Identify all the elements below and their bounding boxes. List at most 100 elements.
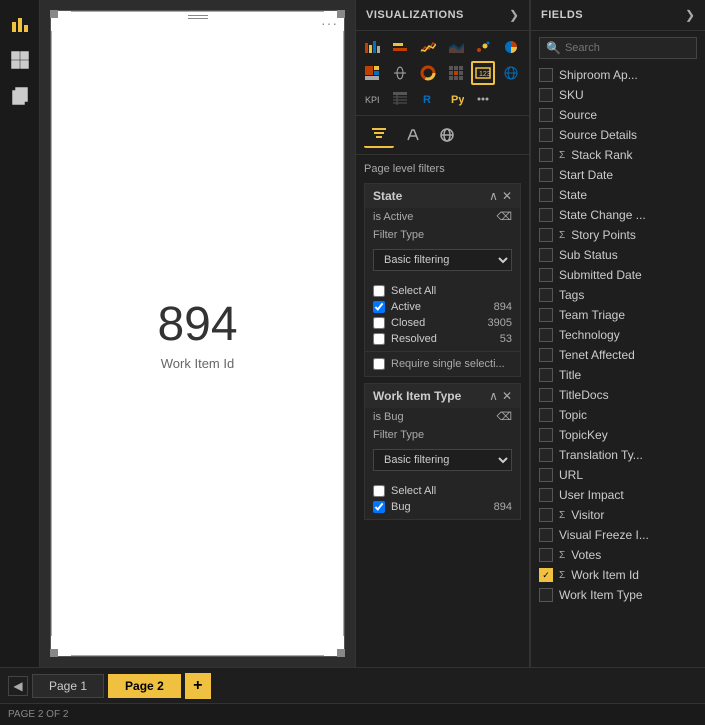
- active-checkbox[interactable]: [373, 301, 385, 313]
- field-label: Translation Ty...: [559, 448, 697, 462]
- filter-tab[interactable]: [364, 122, 394, 148]
- field-item[interactable]: State Change ...: [531, 205, 705, 225]
- workitemtype-filter-chevron[interactable]: ∧: [489, 389, 498, 403]
- field-item[interactable]: Submitted Date: [531, 265, 705, 285]
- field-item[interactable]: Visual Freeze I...: [531, 525, 705, 545]
- fields-expand-icon[interactable]: ❯: [685, 8, 695, 22]
- field-item[interactable]: Technology: [531, 325, 705, 345]
- filter-item-active[interactable]: Active 894: [373, 299, 512, 315]
- search-icon: 🔍: [546, 41, 561, 55]
- viz-icon-area[interactable]: [444, 35, 468, 59]
- viz-icon-bar[interactable]: [388, 35, 412, 59]
- workitemtype-filter-close[interactable]: ✕: [502, 389, 512, 403]
- sigma-icon: Σ: [559, 550, 565, 561]
- grid-icon[interactable]: [4, 44, 36, 76]
- format-tab[interactable]: [398, 122, 428, 148]
- closed-checkbox[interactable]: [373, 317, 385, 329]
- require-single-checkbox[interactable]: [373, 358, 385, 370]
- viz-icon-stacked-bar[interactable]: [360, 35, 384, 59]
- viz-icon-map[interactable]: [388, 61, 412, 85]
- state-filter-select[interactable]: Basic filtering Advanced filtering: [373, 249, 512, 271]
- field-item[interactable]: Translation Ty...: [531, 445, 705, 465]
- workitemtype-filter-select[interactable]: Basic filtering Advanced filtering: [373, 449, 512, 471]
- filter-item-resolved[interactable]: Resolved 53: [373, 331, 512, 347]
- field-item[interactable]: State: [531, 185, 705, 205]
- select-all-checkbox[interactable]: [373, 285, 385, 297]
- field-item[interactable]: Sub Status: [531, 245, 705, 265]
- fields-search-input[interactable]: [565, 42, 705, 54]
- page-2-tab[interactable]: Page 2: [108, 674, 181, 698]
- field-item[interactable]: ΣWork Item Id: [531, 565, 705, 585]
- pages-icon[interactable]: [4, 80, 36, 112]
- field-item[interactable]: Source Details: [531, 125, 705, 145]
- field-item[interactable]: Title: [531, 365, 705, 385]
- field-item[interactable]: SKU: [531, 85, 705, 105]
- page-add-button[interactable]: +: [185, 673, 211, 699]
- canvas-number: 894: [157, 297, 237, 352]
- viz-icon-matrix[interactable]: [444, 61, 468, 85]
- field-label: Shiproom Ap...: [559, 68, 697, 82]
- analytics-tab[interactable]: [432, 122, 462, 148]
- filter-item-closed[interactable]: Closed 3905: [373, 315, 512, 331]
- page-bar: ◀ Page 1 Page 2 +: [0, 667, 705, 703]
- field-item[interactable]: ΣVisitor: [531, 505, 705, 525]
- viz-icon-line[interactable]: [416, 35, 440, 59]
- state-filter-eraser[interactable]: ⌫: [496, 210, 512, 223]
- viz-expand-icon[interactable]: ❯: [509, 8, 519, 22]
- field-check: [539, 508, 553, 522]
- field-item[interactable]: Work Item Type: [531, 585, 705, 605]
- page-1-tab[interactable]: Page 1: [32, 674, 104, 698]
- viz-icon-table2[interactable]: [388, 87, 412, 111]
- canvas-page[interactable]: ··· 894 Work Item Id: [50, 10, 345, 657]
- field-item[interactable]: URL: [531, 465, 705, 485]
- field-item[interactable]: ΣStack Rank: [531, 145, 705, 165]
- canvas-border-bottom: [71, 655, 324, 656]
- resize-handle-bl[interactable]: [50, 649, 58, 657]
- bug-checkbox[interactable]: [373, 501, 385, 513]
- wt-select-all-label: Select All: [391, 485, 436, 497]
- viz-icon-python[interactable]: Py: [444, 87, 468, 111]
- canvas-dots[interactable]: ···: [321, 15, 338, 31]
- viz-icon-kpi[interactable]: KPI: [360, 87, 384, 111]
- fields-search-box[interactable]: 🔍: [539, 37, 697, 59]
- viz-icon-more[interactable]: [471, 87, 495, 111]
- chart-bar-icon[interactable]: [4, 8, 36, 40]
- resolved-checkbox[interactable]: [373, 333, 385, 345]
- field-item[interactable]: TopicKey: [531, 425, 705, 445]
- svg-text:Py: Py: [451, 94, 464, 106]
- field-item[interactable]: Shiproom Ap...: [531, 65, 705, 85]
- field-label: Visitor: [571, 508, 697, 522]
- viz-icon-donut[interactable]: [416, 61, 440, 85]
- field-label: URL: [559, 468, 697, 482]
- field-item[interactable]: Tenet Affected: [531, 345, 705, 365]
- field-item[interactable]: Tags: [531, 285, 705, 305]
- filter-item-select-all[interactable]: Select All: [373, 283, 512, 299]
- wt-select-all-checkbox[interactable]: [373, 485, 385, 497]
- state-filter-title: State: [373, 189, 402, 203]
- resize-handle-tl[interactable]: [50, 10, 58, 18]
- field-item[interactable]: Team Triage: [531, 305, 705, 325]
- viz-icon-globe[interactable]: [499, 61, 523, 85]
- wt-filter-item-select-all[interactable]: Select All: [373, 483, 512, 499]
- field-check: [539, 228, 553, 242]
- resize-handle-tr[interactable]: [337, 10, 345, 18]
- viz-icon-card[interactable]: 123: [471, 61, 495, 85]
- resize-handle-br[interactable]: [337, 649, 345, 657]
- state-filter-close[interactable]: ✕: [502, 189, 512, 203]
- field-item[interactable]: Start Date: [531, 165, 705, 185]
- workitemtype-filter-eraser[interactable]: ⌫: [496, 410, 512, 423]
- viz-icon-treemap[interactable]: [360, 61, 384, 85]
- field-item[interactable]: Source: [531, 105, 705, 125]
- state-filter-icons: ∧ ✕: [489, 189, 512, 203]
- viz-icon-r[interactable]: R: [416, 87, 440, 111]
- field-item[interactable]: Topic: [531, 405, 705, 425]
- viz-icon-pie[interactable]: [499, 35, 523, 59]
- page-prev-button[interactable]: ◀: [8, 676, 28, 696]
- viz-icon-scatter[interactable]: [471, 35, 495, 59]
- wt-filter-item-bug[interactable]: Bug 894: [373, 499, 512, 515]
- field-item[interactable]: ΣStory Points: [531, 225, 705, 245]
- field-item[interactable]: TitleDocs: [531, 385, 705, 405]
- field-item[interactable]: User Impact: [531, 485, 705, 505]
- state-filter-chevron[interactable]: ∧: [489, 189, 498, 203]
- field-item[interactable]: ΣVotes: [531, 545, 705, 565]
